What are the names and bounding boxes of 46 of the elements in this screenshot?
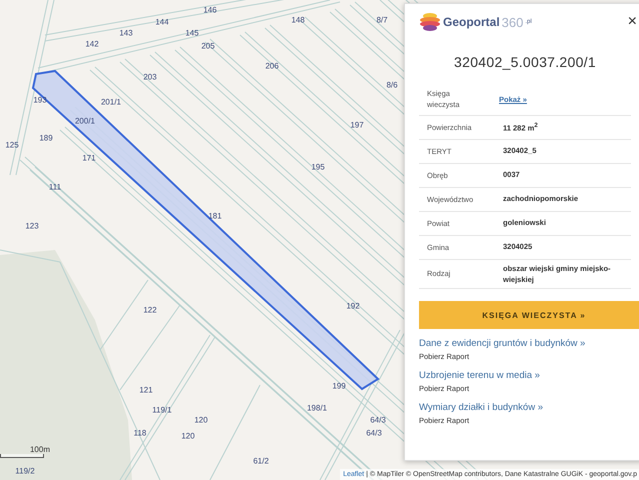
parcel-number: 143 bbox=[119, 28, 133, 38]
parcel-number: 200/1 bbox=[74, 116, 96, 126]
parcel-number: 123 bbox=[25, 222, 39, 230]
report-link[interactable]: Wymiary działki i budynków » bbox=[419, 402, 631, 413]
parcel-number: 61/2 bbox=[253, 456, 269, 466]
parcel-number: 198/1 bbox=[306, 404, 328, 412]
parcel-number: 121 bbox=[139, 386, 153, 394]
parcel-number: 120 bbox=[181, 432, 195, 440]
scale-label: 100m bbox=[30, 445, 50, 454]
parcel-number: 206 bbox=[265, 62, 279, 70]
parcel-number: 120 bbox=[194, 416, 208, 424]
parcel-number: 197 bbox=[350, 120, 364, 130]
parcel-number: 145 bbox=[185, 28, 199, 38]
parcel-number: 119/2 bbox=[15, 466, 35, 476]
parcel-number: 118 bbox=[134, 428, 146, 438]
land-register-button[interactable]: KSIĘGA WIECZYSTA » bbox=[419, 301, 639, 329]
parcel-number: 125 bbox=[5, 140, 19, 150]
parcel-number: 119/1 bbox=[152, 406, 172, 414]
parcel-number: 146 bbox=[203, 6, 217, 14]
parcel-number: 148 bbox=[291, 16, 305, 24]
parcel-number: 203 bbox=[143, 72, 157, 82]
parcel-id-title: 320402_5.0037.200/1 bbox=[453, 54, 597, 70]
scale-bar bbox=[0, 454, 44, 458]
parcel-number: 192 bbox=[346, 302, 360, 310]
parcel-number: 64/3 bbox=[366, 428, 382, 438]
parcel-number: 195 bbox=[311, 162, 325, 172]
report-link[interactable]: Dane z ewidencji gruntów i budynków » bbox=[419, 338, 631, 349]
parcel-number: 8/7 bbox=[376, 16, 388, 24]
parcel-number: 205 bbox=[201, 42, 215, 50]
parcel-number: 201/1 bbox=[100, 98, 122, 106]
parcel-number: 64/3 bbox=[370, 416, 386, 424]
parcel-number: 181 bbox=[208, 212, 222, 220]
parcel-number: 193 bbox=[33, 96, 47, 104]
parcel-number: 199 bbox=[332, 382, 346, 390]
parcel-number: 189 bbox=[39, 134, 53, 142]
logo-number: 360 bbox=[502, 14, 524, 30]
parcel-number: 144 bbox=[155, 18, 169, 26]
parcel-number: 111 bbox=[48, 182, 62, 192]
parcel-number: 122 bbox=[143, 306, 157, 314]
logo-text: Geoportal bbox=[443, 15, 500, 29]
parcel-number: 142 bbox=[85, 40, 99, 48]
parcel-number: 171 bbox=[82, 154, 96, 162]
report-link[interactable]: Uzbrojenie terenu w media » bbox=[419, 370, 631, 381]
close-button[interactable]: × bbox=[628, 13, 637, 31]
parcel-number: 8/6 bbox=[386, 80, 398, 90]
logo-icon bbox=[419, 12, 441, 32]
